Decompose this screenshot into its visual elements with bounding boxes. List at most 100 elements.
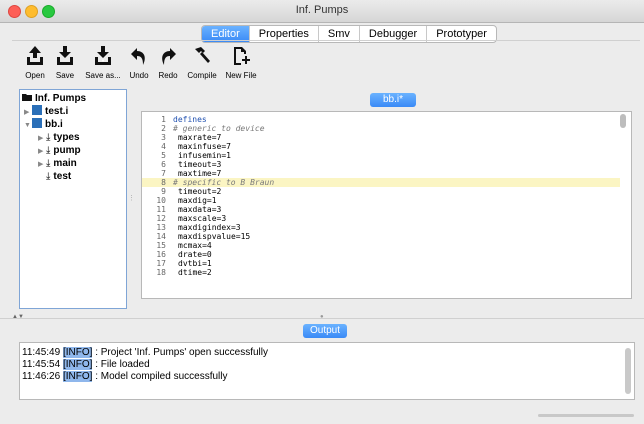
toolbar: Open Save Save as... Undo Redo Compile N… <box>12 40 640 89</box>
log-tag: [INFO] <box>62 371 93 382</box>
tree-item-main[interactable]: ▶ ⤓ main <box>38 157 77 170</box>
project-tree: Inf. Pumps ▶ test.i ▼ bb.i ▶ ⤓ types ▶ ⤓ pump … <box>19 89 127 309</box>
open-label: Open <box>25 71 45 80</box>
line-number: 10 <box>156 196 166 205</box>
file-tab-bb-i[interactable]: bb.i* <box>370 93 416 107</box>
code-text: timeout=3 <box>178 160 222 169</box>
code-text: maxscale=3 <box>178 214 227 223</box>
tree-item-label: bb.i <box>45 119 63 130</box>
window-title: Inf. Pumps <box>295 4 349 16</box>
redo-button[interactable]: Redo <box>157 45 179 80</box>
code-text: maxdata=3 <box>178 205 222 214</box>
code-text: drate=0 <box>178 250 212 259</box>
line-number: 3 <box>161 133 166 142</box>
code-comment: # generic to device <box>173 124 265 133</box>
collapse-arrow-icon[interactable]: ▼ <box>24 119 32 132</box>
code-line: 2 # generic to device <box>142 124 620 133</box>
horizontal-splitter-grip[interactable]: ● <box>320 314 324 320</box>
log-tag: [INFO] <box>62 359 93 370</box>
code-text: infusemin=1 <box>178 151 231 160</box>
new-file-label: New File <box>225 71 257 80</box>
splitter-arrows-icon[interactable]: ▲▼ <box>12 314 24 320</box>
log-time: 11:46:26 <box>22 371 61 382</box>
line-number: 12 <box>156 214 166 223</box>
log-message: : File loaded <box>95 359 150 370</box>
code-line: 13 maxdigindex=3 <box>142 223 620 232</box>
line-number: 16 <box>156 250 166 259</box>
code-text: defines <box>173 115 207 124</box>
code-text: maxinfuse=7 <box>178 142 231 151</box>
output-console: 11:45:49 [INFO] : Project 'Inf. Pumps' o… <box>19 342 635 400</box>
log-line: 11:45:54 [INFO] : File loaded <box>22 359 150 371</box>
save-button[interactable]: Save <box>52 45 78 80</box>
file-icon <box>32 118 42 128</box>
line-number: 18 <box>156 268 166 277</box>
undo-icon <box>131 48 145 65</box>
code-line: 7 maxtime=7 <box>142 169 620 178</box>
code-text: timeout=2 <box>178 187 222 196</box>
save-icon <box>57 46 73 65</box>
log-time: 11:45:49 <box>22 347 61 358</box>
undo-button[interactable]: Undo <box>128 45 150 80</box>
save-as-button[interactable]: Save as... <box>84 45 122 80</box>
tree-item-pump[interactable]: ▶ ⤓ pump <box>38 144 81 157</box>
tree-item-label: main <box>53 158 77 169</box>
module-icon: ⤓ <box>46 158 51 169</box>
line-number: 15 <box>156 241 166 250</box>
file-icon <box>32 105 42 115</box>
save-as-icon <box>95 46 111 65</box>
code-text: maxdig=1 <box>178 196 217 205</box>
editor-scrollbar[interactable] <box>620 114 626 128</box>
log-message: : Model compiled successfully <box>95 371 228 382</box>
code-line: 18 dtime=2 <box>142 268 620 277</box>
line-number: 6 <box>161 160 166 169</box>
tree-item-test-i[interactable]: ▶ test.i <box>24 105 68 118</box>
line-number: 11 <box>156 205 166 214</box>
tree-root-label: Inf. Pumps <box>35 93 87 104</box>
tree-item-test[interactable]: ⤓ test <box>46 170 71 183</box>
code-line: 4 maxinfuse=7 <box>142 142 620 151</box>
module-icon: ⤓ <box>46 171 51 182</box>
tree-item-types[interactable]: ▶ ⤓ types <box>38 131 80 144</box>
tree-item-label: test.i <box>45 106 69 117</box>
log-tag: [INFO] <box>62 347 93 358</box>
log-message: : Project 'Inf. Pumps' open successfully <box>95 347 268 358</box>
code-comment: # specific to B Braun <box>173 178 275 187</box>
new-file-button[interactable]: New File <box>224 45 258 80</box>
code-text: maxrate=7 <box>178 133 222 142</box>
line-number: 5 <box>161 151 166 160</box>
open-button[interactable]: Open <box>22 45 48 80</box>
log-line: 11:45:49 [INFO] : Project 'Inf. Pumps' o… <box>22 347 268 359</box>
tree-item-label: test <box>53 171 72 182</box>
save-as-label: Save as... <box>85 71 121 80</box>
compile-button[interactable]: Compile <box>186 45 218 80</box>
code-line: 14 maxdispvalue=15 <box>142 232 620 241</box>
title-bar: Inf. Pumps <box>0 0 644 23</box>
line-number: 17 <box>156 259 166 268</box>
redo-icon <box>162 48 176 65</box>
line-number: 2 <box>161 124 166 133</box>
splitter-line <box>0 318 644 319</box>
tree-item-label: types <box>53 132 80 143</box>
undo-label: Undo <box>129 71 149 80</box>
code-text: mcmax=4 <box>178 241 212 250</box>
line-number: 9 <box>161 187 166 196</box>
code-line: 12 maxscale=3 <box>142 214 620 223</box>
code-line: 17 dvtbi=1 <box>142 259 620 268</box>
line-number: 8 <box>161 178 166 187</box>
code-text: maxdispvalue=15 <box>178 232 251 241</box>
tree-item-bb-i[interactable]: ▼ bb.i <box>24 118 63 131</box>
output-scrollbar[interactable] <box>625 348 631 394</box>
output-tab[interactable]: Output <box>303 324 347 338</box>
code-text: maxdigindex=3 <box>178 223 241 232</box>
log-time: 11:45:54 <box>22 359 61 370</box>
code-line: 10 maxdig=1 <box>142 196 620 205</box>
code-text: dvtbi=1 <box>178 259 212 268</box>
code-line: 1 defines <box>142 115 620 124</box>
tree-root[interactable]: Inf. Pumps <box>22 92 86 105</box>
code-line: 5 infusemin=1 <box>142 151 620 160</box>
code-editor[interactable]: 1 defines 2 # generic to device 3 maxrate=7… <box>141 111 632 299</box>
redo-label: Redo <box>158 71 178 80</box>
expand-arrow-icon[interactable]: ▶ <box>38 158 46 171</box>
vertical-splitter-grip[interactable]: ⋮ <box>128 194 135 202</box>
